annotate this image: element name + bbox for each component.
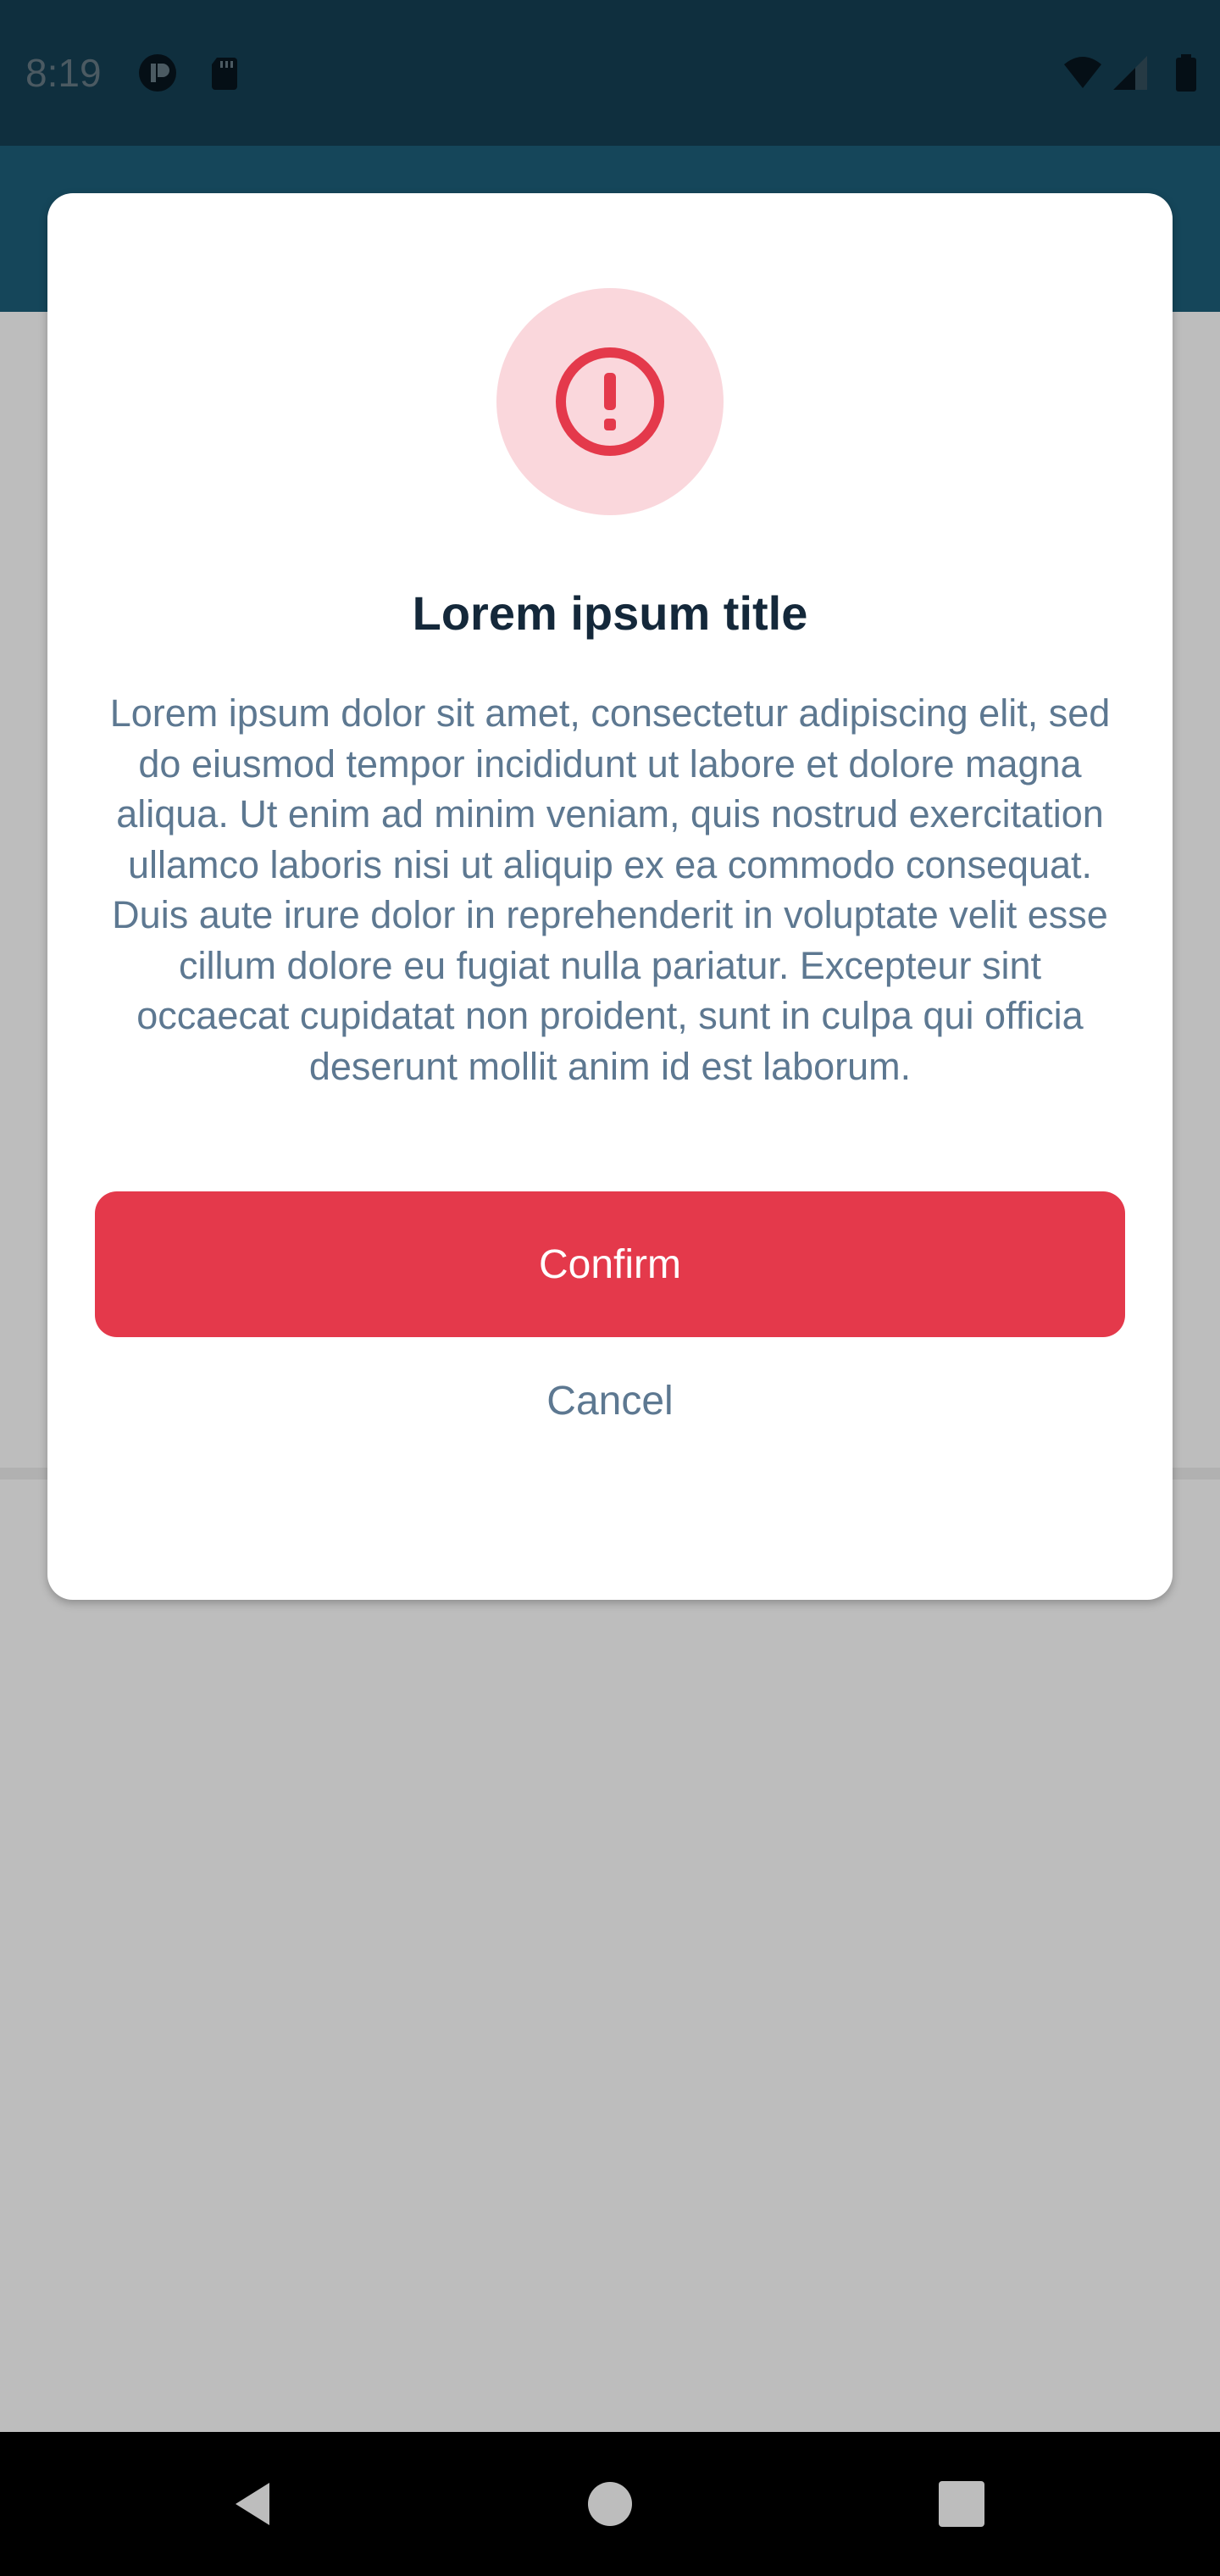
dialog-message: Lorem ipsum dolor sit amet, consectetur … (109, 691, 1111, 1088)
back-icon[interactable] (225, 2474, 285, 2534)
wifi-icon (1064, 57, 1101, 88)
battery-icon (1176, 54, 1196, 92)
home-icon[interactable] (580, 2474, 640, 2534)
confirm-button[interactable]: Confirm (95, 1191, 1125, 1337)
signal-icon (1113, 56, 1147, 90)
status-time: 8:19 (25, 51, 102, 95)
cancel-button[interactable]: Cancel (441, 1347, 779, 1454)
alert-dialog: Lorem ipsum title Lorem ipsum dolor sit … (47, 193, 1173, 1600)
sd-card-icon (212, 58, 237, 90)
alert-exclamation-icon (556, 347, 664, 456)
app-notification-icon (139, 54, 176, 92)
recents-icon[interactable] (932, 2474, 991, 2534)
dialog-title: Lorem ipsum title (412, 586, 808, 640)
status-bar: 8:19 (0, 0, 1220, 146)
alert-icon-container (496, 288, 724, 515)
